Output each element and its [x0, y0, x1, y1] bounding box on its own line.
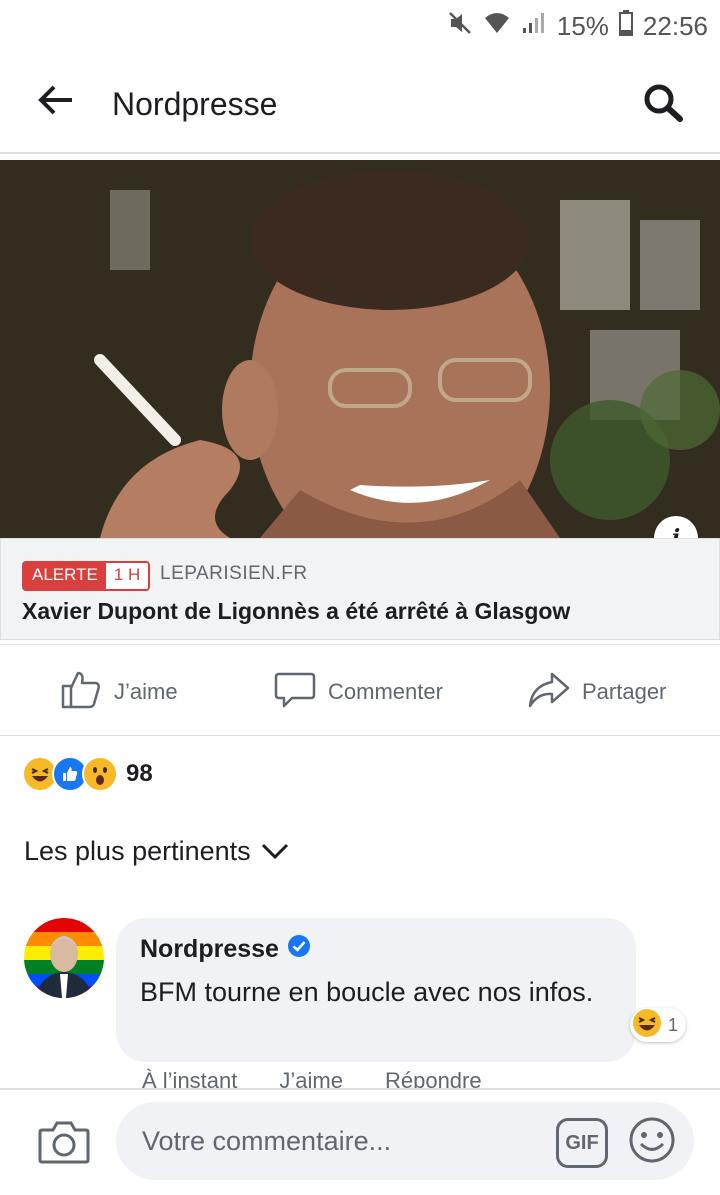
comment-button[interactable]: Commenter	[274, 668, 443, 716]
link-domain: LEPARISIEN.FR	[160, 563, 308, 584]
comment-sort-dropdown[interactable]: Les plus pertinents	[24, 836, 289, 867]
alert-time: 1 H	[105, 563, 149, 589]
reactions-summary[interactable]: 98	[22, 756, 153, 792]
wifi-icon	[483, 11, 511, 42]
status-bar: 15% 22:56	[0, 0, 720, 52]
comment-icon	[274, 668, 316, 716]
page-title: Nordpresse	[112, 86, 278, 122]
haha-reaction-icon	[632, 1008, 662, 1043]
alert-badge: ALERTE 1 H	[22, 561, 151, 591]
battery-percent: 15%	[556, 11, 609, 41]
like-button[interactable]: J’aime	[60, 668, 178, 716]
share-button[interactable]: Partager	[528, 668, 666, 716]
wow-reaction-icon	[82, 756, 118, 792]
verified-badge-icon	[287, 934, 311, 965]
status-indicators: 15% 22:56	[447, 10, 708, 43]
camera-icon[interactable]	[38, 1118, 90, 1169]
gif-button[interactable]: GIF	[556, 1118, 608, 1168]
avatar[interactable]	[24, 918, 104, 998]
chevron-down-icon	[261, 836, 289, 867]
comment-reaction-count: 1	[668, 1014, 679, 1035]
comment-text: BFM tourne en boucle avec nos infos.	[140, 977, 594, 1007]
search-icon[interactable]	[642, 82, 684, 127]
thumbs-up-icon	[60, 668, 102, 716]
like-label: J’aime	[114, 679, 178, 704]
comment-input-placeholder: Votre commentaire...	[142, 1126, 392, 1156]
battery-icon	[618, 10, 633, 43]
emoji-icon[interactable]	[628, 1116, 676, 1169]
sort-label: Les plus pertinents	[24, 836, 251, 866]
comment-label: Commenter	[328, 679, 443, 704]
mute-icon	[447, 10, 473, 43]
comment-author[interactable]: Nordpresse	[140, 934, 311, 965]
back-arrow-icon[interactable]	[38, 84, 74, 121]
app-header	[0, 52, 720, 154]
share-icon	[528, 668, 570, 716]
link-headline[interactable]: Xavier Dupont de Ligonnès a été arrêté à…	[22, 598, 570, 625]
clock: 22:56	[642, 11, 708, 41]
comment-reactions[interactable]: 1	[630, 1008, 687, 1043]
signal-icon	[521, 11, 547, 42]
alert-label: ALERTE	[24, 563, 106, 589]
post-image[interactable]	[0, 160, 720, 538]
comment-author-name: Nordpresse	[140, 935, 279, 963]
share-label: Partager	[582, 679, 667, 704]
reaction-count: 98	[126, 760, 153, 787]
